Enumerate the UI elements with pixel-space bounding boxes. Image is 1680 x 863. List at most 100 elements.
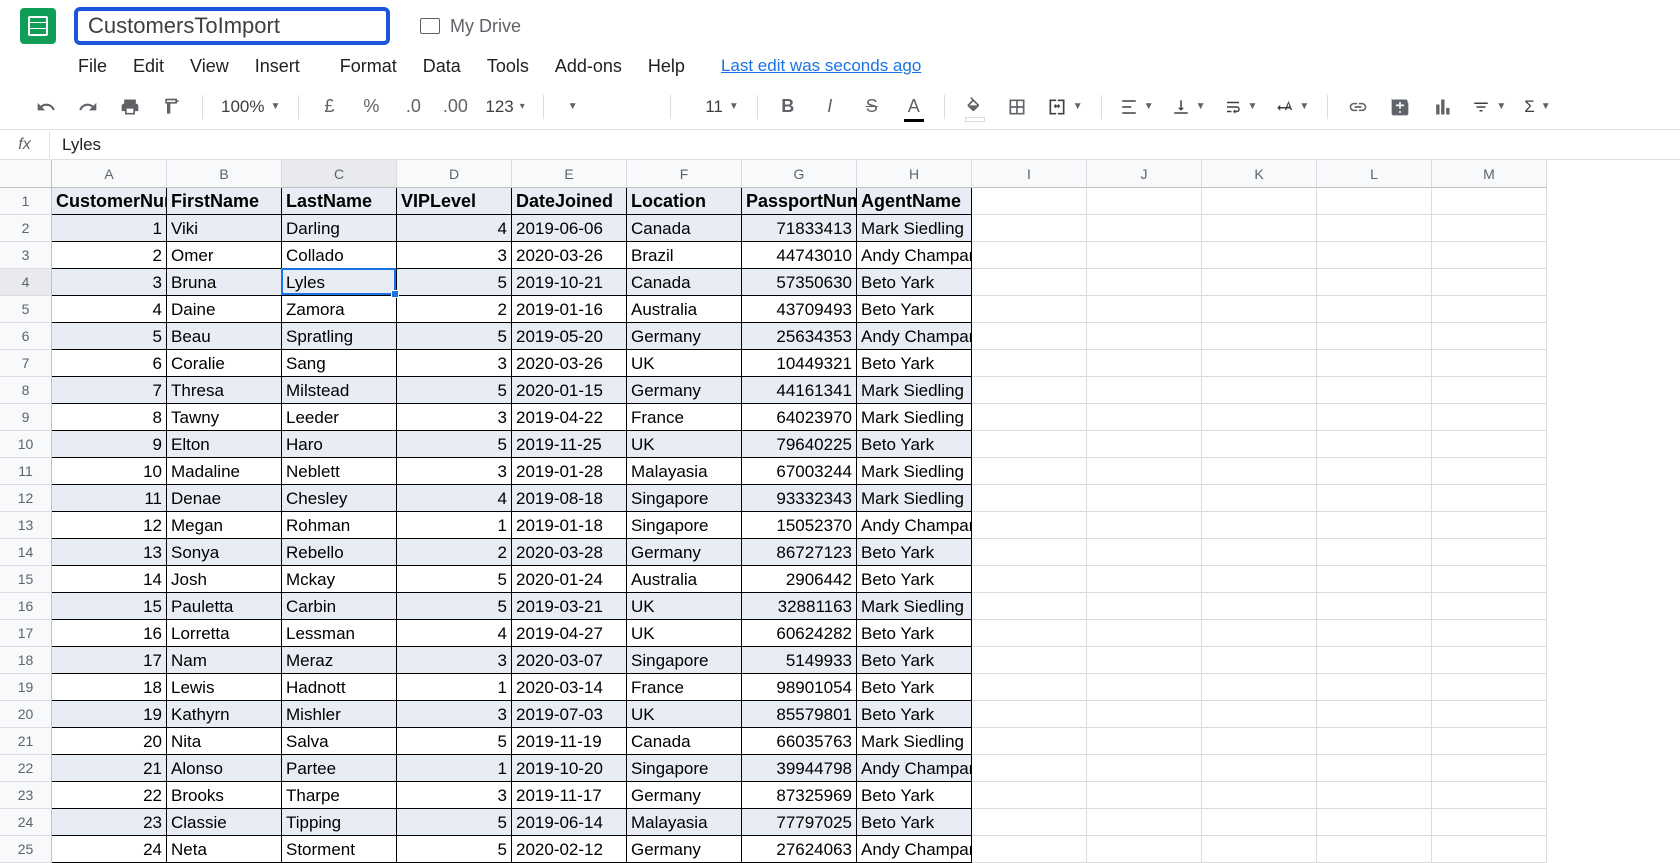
cell[interactable] — [1087, 809, 1202, 836]
row-header-13[interactable]: 13 — [0, 512, 52, 539]
header-cell[interactable] — [1087, 188, 1202, 215]
cell[interactable]: Beto Yark — [857, 431, 972, 458]
cell[interactable]: Hadnott — [282, 674, 397, 701]
header-cell[interactable] — [972, 188, 1087, 215]
cell[interactable]: Rebello — [282, 539, 397, 566]
cell[interactable]: 2019-03-21 — [512, 593, 627, 620]
cell[interactable]: Thresa — [167, 377, 282, 404]
cell[interactable]: 2019-06-06 — [512, 215, 627, 242]
select-all-corner[interactable] — [0, 160, 52, 188]
row-header-18[interactable]: 18 — [0, 647, 52, 674]
cell[interactable]: Canada — [627, 215, 742, 242]
cell[interactable] — [1317, 647, 1432, 674]
cell[interactable]: 2020-02-12 — [512, 836, 627, 863]
cell[interactable]: Spratling — [282, 323, 397, 350]
cell[interactable] — [1087, 593, 1202, 620]
row-header-10[interactable]: 10 — [0, 431, 52, 458]
cell[interactable]: 5 — [52, 323, 167, 350]
cell[interactable] — [972, 215, 1087, 242]
col-header-L[interactable]: L — [1317, 160, 1432, 188]
cell[interactable]: Beto Yark — [857, 674, 972, 701]
col-header-J[interactable]: J — [1087, 160, 1202, 188]
cell[interactable]: 5 — [397, 836, 512, 863]
cell[interactable] — [1087, 350, 1202, 377]
cell[interactable] — [1317, 620, 1432, 647]
cell[interactable] — [972, 404, 1087, 431]
col-header-M[interactable]: M — [1432, 160, 1547, 188]
cell[interactable]: 2020-01-24 — [512, 566, 627, 593]
cell[interactable]: Singapore — [627, 512, 742, 539]
cell[interactable] — [1317, 269, 1432, 296]
link-icon[interactable] — [1346, 95, 1370, 119]
row-header-1[interactable]: 1 — [0, 188, 52, 215]
cell[interactable]: 2020-03-26 — [512, 350, 627, 377]
cell[interactable] — [1202, 296, 1317, 323]
cell[interactable]: 13 — [52, 539, 167, 566]
cell[interactable]: Mark Siedling — [857, 215, 972, 242]
cell[interactable]: 2019-01-18 — [512, 512, 627, 539]
cell[interactable] — [1432, 431, 1547, 458]
cell[interactable] — [972, 431, 1087, 458]
cell[interactable]: Tipping — [282, 809, 397, 836]
cell[interactable]: 2020-03-07 — [512, 647, 627, 674]
cell[interactable]: Classie — [167, 809, 282, 836]
cell[interactable]: Kathyrn — [167, 701, 282, 728]
row-header-2[interactable]: 2 — [0, 215, 52, 242]
row-header-9[interactable]: 9 — [0, 404, 52, 431]
cell[interactable]: Elton — [167, 431, 282, 458]
h-align-icon[interactable]: ▼ — [1120, 98, 1154, 116]
menu-help[interactable]: Help — [644, 54, 689, 79]
cell[interactable]: 2020-03-26 — [512, 242, 627, 269]
cell[interactable]: Beto Yark — [857, 620, 972, 647]
cell[interactable]: 5 — [397, 809, 512, 836]
cell[interactable]: Andy Champan — [857, 323, 972, 350]
cell[interactable]: 10 — [52, 458, 167, 485]
cell[interactable] — [1087, 485, 1202, 512]
cell[interactable]: Germany — [627, 782, 742, 809]
cell[interactable]: Beto Yark — [857, 539, 972, 566]
cell[interactable] — [1087, 269, 1202, 296]
cell[interactable] — [1317, 809, 1432, 836]
cell[interactable]: 2019-10-21 — [512, 269, 627, 296]
cell[interactable]: 2020-03-14 — [512, 674, 627, 701]
cell[interactable] — [1317, 215, 1432, 242]
cell[interactable]: 3 — [397, 782, 512, 809]
cell[interactable]: 44743010 — [742, 242, 857, 269]
cell[interactable]: 67003244 — [742, 458, 857, 485]
cell[interactable]: Beto Yark — [857, 701, 972, 728]
header-cell[interactable]: PassportNumber — [742, 188, 857, 215]
header-cell[interactable]: VIPLevel — [397, 188, 512, 215]
cell[interactable]: 3 — [397, 350, 512, 377]
cell[interactable]: 4 — [52, 296, 167, 323]
cell[interactable] — [1432, 674, 1547, 701]
cell[interactable] — [1202, 404, 1317, 431]
cell[interactable]: 2019-11-19 — [512, 728, 627, 755]
cell[interactable]: Beto Yark — [857, 647, 972, 674]
cell[interactable] — [1087, 404, 1202, 431]
cell[interactable]: 57350630 — [742, 269, 857, 296]
cell[interactable]: 2019-11-25 — [512, 431, 627, 458]
cell[interactable]: 8 — [52, 404, 167, 431]
cell[interactable] — [1432, 485, 1547, 512]
cell[interactable]: 2020-01-15 — [512, 377, 627, 404]
cell[interactable]: 7 — [52, 377, 167, 404]
cell[interactable]: 2 — [397, 296, 512, 323]
cell[interactable]: 5 — [397, 728, 512, 755]
comment-icon[interactable] — [1388, 95, 1412, 119]
cell[interactable] — [1202, 377, 1317, 404]
cell[interactable] — [1317, 323, 1432, 350]
cell[interactable]: Beto Yark — [857, 269, 972, 296]
bold-icon[interactable]: B — [776, 95, 800, 119]
cell[interactable] — [1087, 836, 1202, 863]
col-header-H[interactable]: H — [857, 160, 972, 188]
functions-icon[interactable]: Σ▼ — [1524, 97, 1550, 117]
cell[interactable]: France — [627, 404, 742, 431]
cell[interactable] — [1087, 296, 1202, 323]
cell[interactable]: UK — [627, 620, 742, 647]
col-header-I[interactable]: I — [972, 160, 1087, 188]
cell[interactable] — [1087, 323, 1202, 350]
cell[interactable] — [1202, 647, 1317, 674]
cell[interactable] — [972, 377, 1087, 404]
cell[interactable] — [1202, 593, 1317, 620]
cell[interactable]: 3 — [397, 701, 512, 728]
